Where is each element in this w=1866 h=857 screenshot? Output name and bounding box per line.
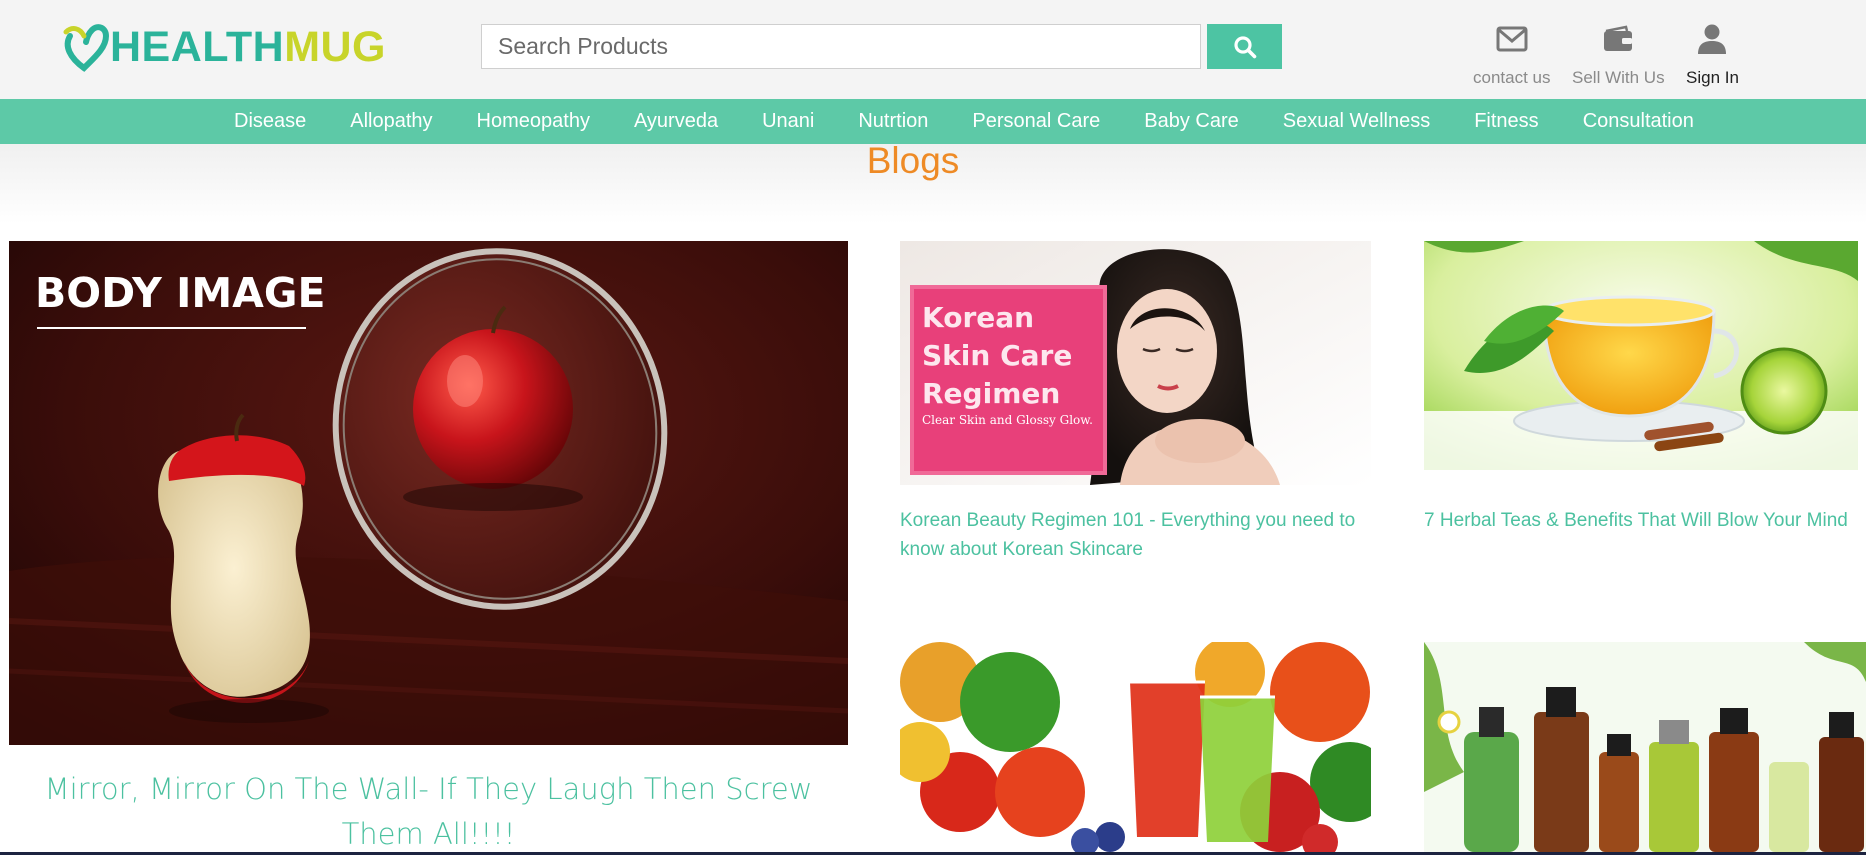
page-title: Blogs (866, 140, 960, 181)
nav-item-nutrition[interactable]: Nutrtion (858, 110, 928, 133)
search-button[interactable] (1207, 24, 1282, 69)
logo-wordmark: HEALTHMUG (110, 22, 386, 72)
nav-item-consultation[interactable]: Consultation (1583, 110, 1694, 133)
user-icon (1698, 24, 1727, 54)
nav-item-fitness[interactable]: Fitness (1474, 110, 1538, 133)
juice-vegetables-illustration (900, 642, 1371, 852)
korean-image-line-1: Korean (922, 301, 1034, 334)
search-input[interactable] (481, 24, 1201, 69)
korean-image-line-2: Skin Care (922, 339, 1072, 372)
korean-image-line-3: Regimen (922, 377, 1060, 410)
korean-image-subtitle: Clear Skin and Glossy Glow. (922, 413, 1093, 427)
blog-image-korean-skincare[interactable]: Korean Skin Care Regimen Clear Skin and … (900, 241, 1371, 485)
blog-image-herbal-teas[interactable] (1424, 241, 1858, 470)
category-nav: Disease Allopathy Homeopathy Ayurveda Un… (0, 99, 1866, 144)
logo-text-health: HEALTH (110, 23, 285, 71)
wallet-icon (1604, 25, 1633, 51)
blog-title-mirror[interactable]: Mirror, Mirror On The Wall- If They Laug… (9, 767, 848, 857)
nav-item-baby-care[interactable]: Baby Care (1144, 110, 1239, 133)
nav-item-unani[interactable]: Unani (762, 110, 814, 133)
essential-oils-illustration (1424, 642, 1866, 852)
body-image-illustration: BODY IMAGE (9, 241, 848, 745)
blog-image-body-image[interactable]: BODY IMAGE (9, 241, 848, 745)
nav-item-allopathy[interactable]: Allopathy (350, 110, 432, 133)
logo-text-mug: MUG (284, 23, 387, 71)
site-logo[interactable]: HEALTHMUG (60, 22, 386, 72)
blog-image-essential-oils[interactable] (1424, 642, 1866, 852)
herbal-tea-illustration (1424, 241, 1858, 470)
sell-with-us-link[interactable]: Sell With Us (1572, 22, 1665, 88)
nav-item-sexual-wellness[interactable]: Sexual Wellness (1283, 110, 1430, 133)
nav-item-personal-care[interactable]: Personal Care (972, 110, 1100, 133)
blog-title-herbal-teas[interactable]: 7 Herbal Teas & Benefits That Will Blow … (1424, 506, 1864, 535)
nav-item-disease[interactable]: Disease (234, 110, 306, 133)
body-image-overlay-text: BODY IMAGE (35, 269, 326, 317)
blog-title-korean-beauty[interactable]: Korean Beauty Regimen 101 - Everything y… (900, 506, 1380, 564)
heart-logo-icon (63, 24, 110, 72)
korean-skincare-illustration: Korean Skin Care Regimen Clear Skin and … (900, 241, 1371, 485)
search-icon (1233, 35, 1256, 58)
sign-in-label: Sign In (1686, 68, 1739, 87)
sign-in-link[interactable]: Sign In (1686, 22, 1739, 88)
envelope-icon (1496, 26, 1528, 52)
nav-item-homeopathy[interactable]: Homeopathy (477, 110, 590, 133)
nav-item-ayurveda[interactable]: Ayurveda (634, 110, 718, 133)
contact-us-label: contact us (1473, 68, 1551, 87)
contact-us-link[interactable]: contact us (1473, 22, 1551, 88)
blog-image-juices[interactable] (900, 642, 1371, 852)
site-header: HEALTHMUG contact us Sell With Us (0, 0, 1866, 99)
sell-with-us-label: Sell With Us (1572, 68, 1665, 87)
